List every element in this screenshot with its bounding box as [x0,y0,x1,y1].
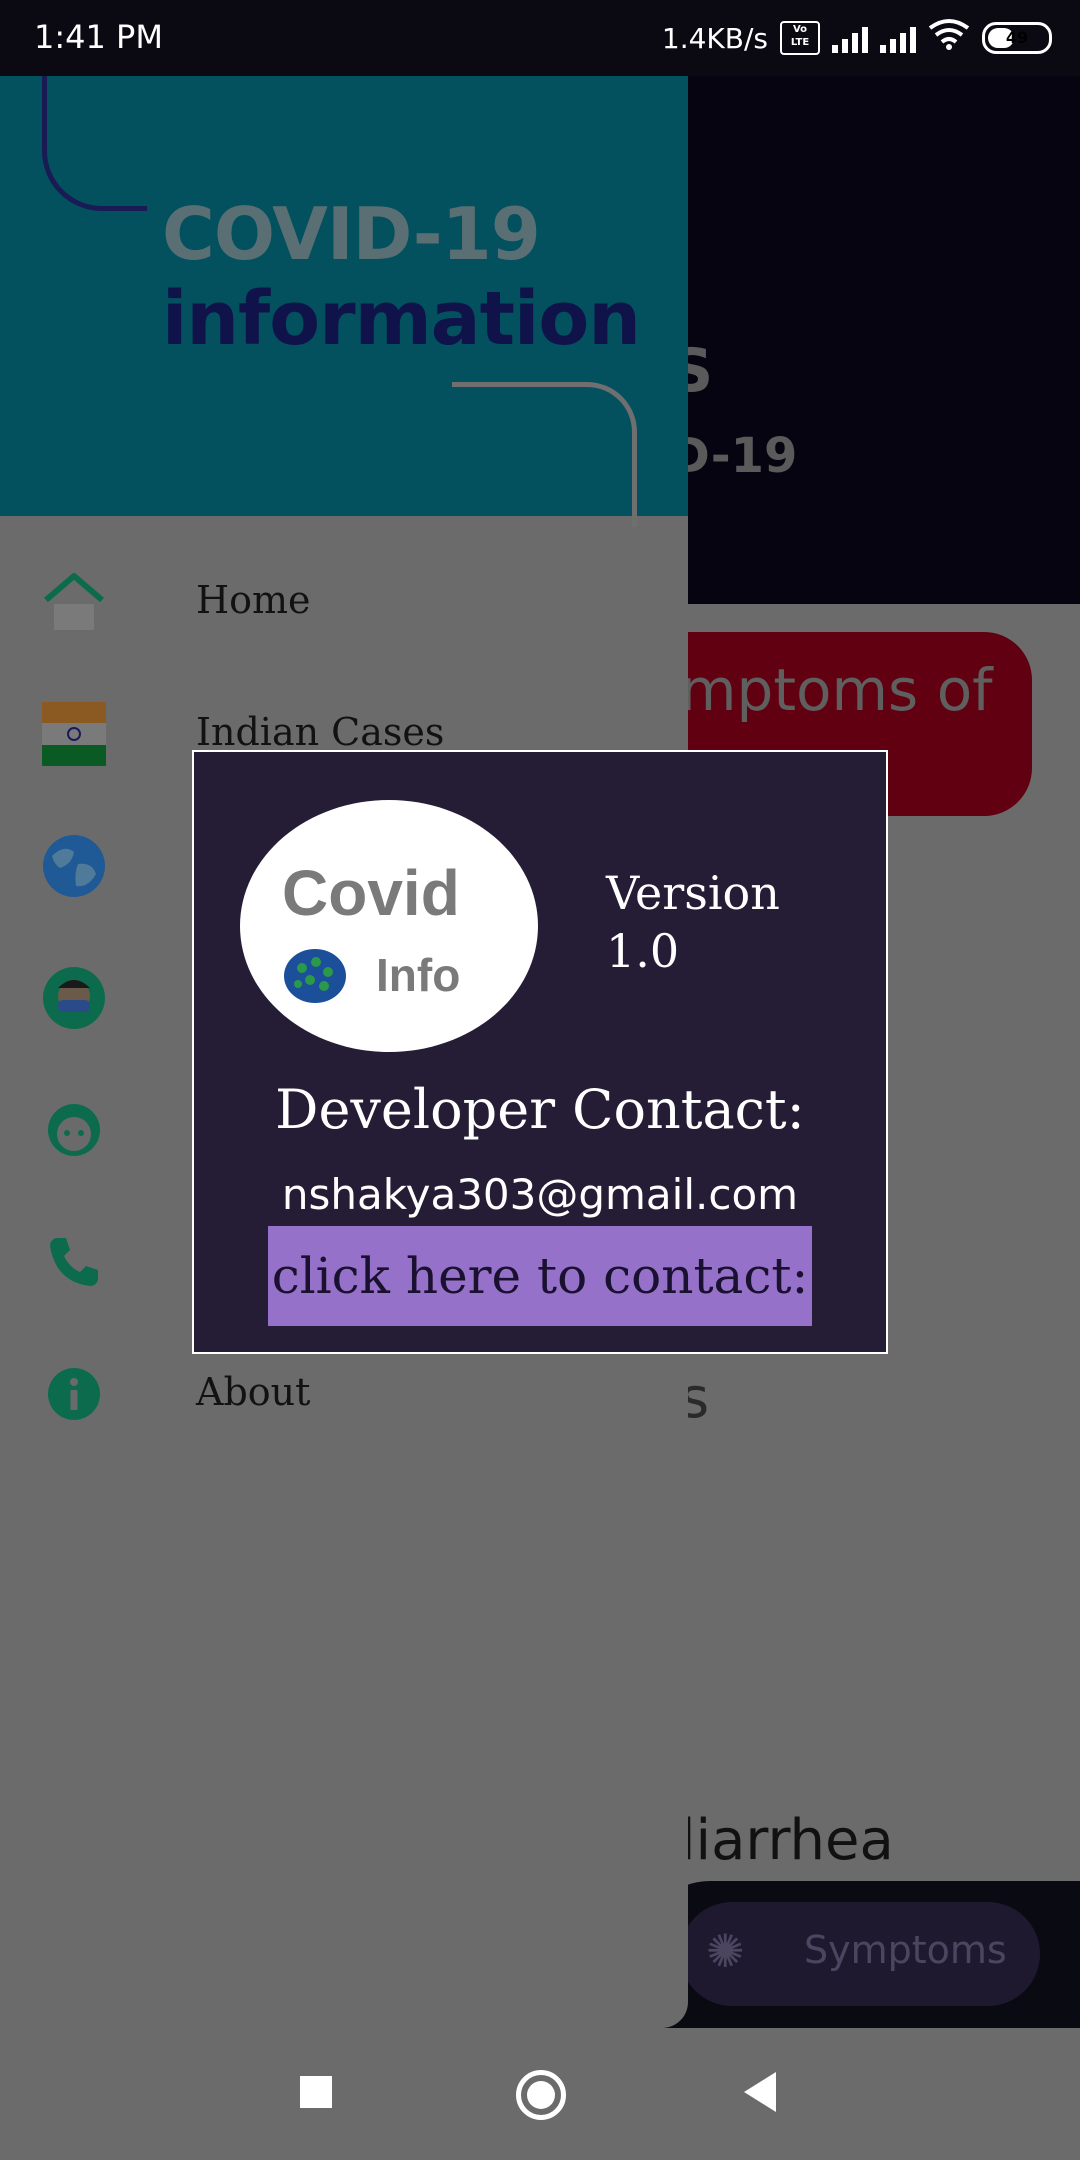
recents-button[interactable] [300,2076,332,2108]
system-navigation-bar [0,2028,1080,2160]
volte-icon: Vo LTE [780,21,820,55]
cell-signal-2-icon [880,23,916,53]
drawer-item-home[interactable]: Home [0,542,688,662]
about-dialog: Covid Info Version 1.0 Developer Contact… [192,750,888,1354]
logo-text: Covid [282,857,460,929]
drawer-item-label: About [196,1370,311,1414]
phone-icon [50,1238,98,1286]
virus-icon [284,949,346,1003]
drawer-subtitle: information [162,276,641,362]
background-header-subtitle: D-19 [670,428,798,484]
masked-person-icon [43,967,105,1029]
face-icon [48,1104,100,1156]
contact-button[interactable]: click here to contact: [268,1226,812,1326]
home-button[interactable] [516,2070,566,2120]
back-button[interactable] [744,2072,776,2112]
wifi-icon [928,18,970,58]
version-label: Version [606,866,780,920]
symptoms-card-title: mptoms of [680,656,993,724]
battery-icon: 49 [982,22,1052,54]
india-flag-icon [42,702,106,766]
battery-level: 49 [1005,28,1029,47]
developer-email: nshakya303@gmail.com [281,1170,799,1219]
logo-text: Info [376,949,461,1001]
status-icons: 1.4KB/s Vo LTE 49 [662,14,1052,62]
bottom-nav-symptoms-label: Symptoms [804,1928,1007,1972]
cell-signal-icon [832,23,868,53]
net-speed: 1.4KB/s [661,21,768,55]
version-info: Version 1.0 [606,864,780,980]
home-icon [44,573,104,630]
header-decoration [452,382,637,527]
symptom-item: liarrhea [680,1808,894,1873]
app-logo: Covid Info [240,800,538,1052]
version-number: 1.0 [606,924,680,978]
status-bar: 1:41 PM 1.4KB/s Vo LTE 49 [0,0,1080,76]
developer-contact-label: Developer Contact: [275,1078,805,1141]
virus-icon: ✺ [706,1924,745,1978]
drawer-item-label: Indian Cases [196,710,445,754]
drawer-item-label: Home [196,578,311,622]
drawer-header: COVID-19 information [0,76,688,527]
info-icon [48,1368,100,1420]
status-time: 1:41 PM [34,18,163,56]
header-decoration [42,76,147,211]
drawer-title: COVID-19 [162,192,541,276]
globe-icon [43,835,105,897]
